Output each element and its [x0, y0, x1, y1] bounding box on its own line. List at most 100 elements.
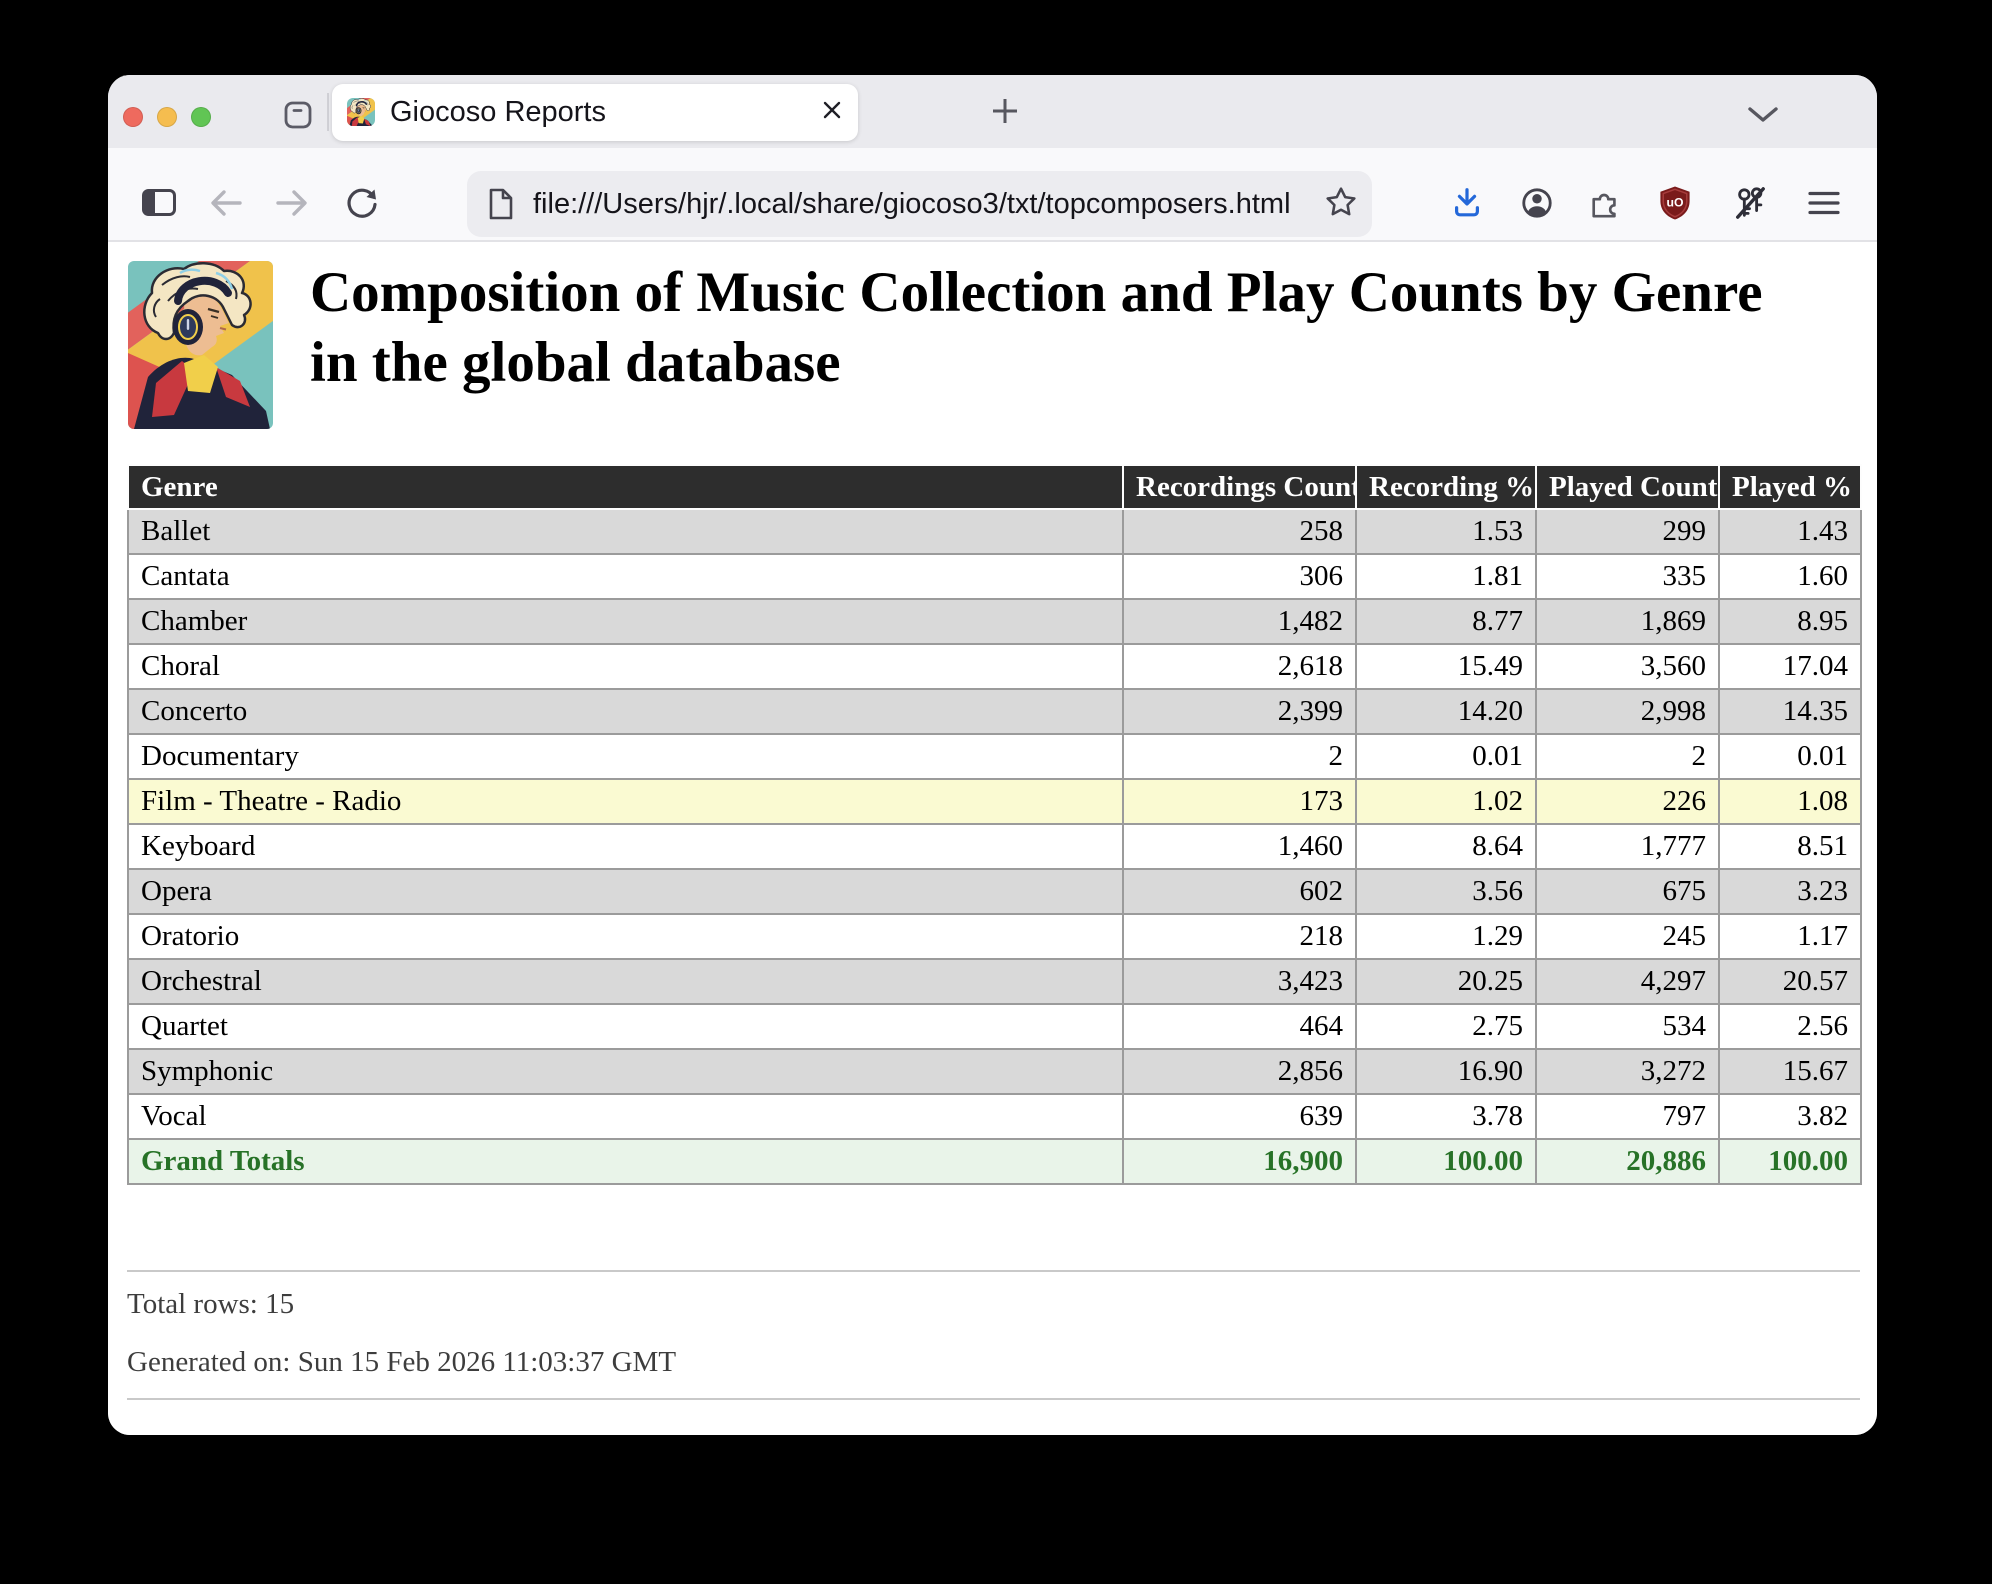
sidebar-toggle-button[interactable] [141, 187, 177, 223]
grand-totals-played: 20,886 [1536, 1139, 1719, 1184]
page-icon [487, 188, 514, 225]
header-recording-pct: Recording % [1356, 465, 1536, 509]
table-row: Documentary20.0120.01 [128, 734, 1861, 779]
value-cell: 173 [1123, 779, 1356, 824]
value-cell: 2 [1123, 734, 1356, 779]
generated-on-text: Generated on: Sun 15 Feb 2026 11:03:37 G… [127, 1346, 676, 1379]
value-cell: 335 [1536, 554, 1719, 599]
bookmark-star-button[interactable] [1324, 187, 1358, 221]
keys-slash-icon [1733, 186, 1767, 225]
chevron-down-icon [1747, 106, 1779, 129]
value-cell: 218 [1123, 914, 1356, 959]
url-bar[interactable]: file:///Users/hjr/.local/share/giocoso3/… [467, 171, 1372, 237]
beethoven-artwork-image [128, 261, 273, 429]
grand-totals-recording-pct: 100.00 [1356, 1139, 1536, 1184]
tab-title: Giocoso Reports [390, 84, 606, 141]
page-content: Composition of Music Collection and Play… [108, 244, 1877, 1435]
tab-giocoso-reports[interactable]: Giocoso Reports [332, 84, 858, 141]
account-icon [1520, 186, 1554, 225]
account-button[interactable] [1519, 187, 1555, 223]
value-cell: 15.67 [1719, 1049, 1861, 1094]
value-cell: 1,777 [1536, 824, 1719, 869]
tab-list-button[interactable] [1745, 99, 1781, 135]
value-cell: 797 [1536, 1094, 1719, 1139]
value-cell: 2 [1536, 734, 1719, 779]
grand-totals-played-pct: 100.00 [1719, 1139, 1861, 1184]
new-tab-button[interactable] [987, 95, 1023, 131]
genre-cell: Symphonic [128, 1049, 1123, 1094]
value-cell: 2.56 [1719, 1004, 1861, 1049]
genre-cell: Ballet [128, 509, 1123, 554]
genre-cell: Quartet [128, 1004, 1123, 1049]
plus-icon [990, 96, 1020, 131]
value-cell: 306 [1123, 554, 1356, 599]
firefox-view-button[interactable] [280, 99, 316, 135]
genre-cell: Vocal [128, 1094, 1123, 1139]
value-cell: 602 [1123, 869, 1356, 914]
genre-cell: Oratorio [128, 914, 1123, 959]
value-cell: 1.02 [1356, 779, 1536, 824]
table-body: Ballet2581.532991.43Cantata3061.813351.6… [128, 509, 1861, 1139]
table-row: Keyboard1,4608.641,7778.51 [128, 824, 1861, 869]
puzzle-icon [1589, 187, 1621, 224]
tab-separator [327, 93, 329, 131]
value-cell: 3,423 [1123, 959, 1356, 1004]
value-cell: 245 [1536, 914, 1719, 959]
value-cell: 3.82 [1719, 1094, 1861, 1139]
sidebar-icon [142, 189, 176, 221]
genre-cell: Chamber [128, 599, 1123, 644]
value-cell: 464 [1123, 1004, 1356, 1049]
url-text[interactable]: file:///Users/hjr/.local/share/giocoso3/… [533, 171, 1291, 237]
value-cell: 16.90 [1356, 1049, 1536, 1094]
divider [127, 1398, 1860, 1400]
table-row: Symphonic2,85616.903,27215.67 [128, 1049, 1861, 1094]
value-cell: 2,399 [1123, 689, 1356, 734]
header-played-count: Played Count [1536, 465, 1719, 509]
value-cell: 1.60 [1719, 554, 1861, 599]
table-header-row: Genre Recordings Count Recording % Playe… [128, 465, 1861, 509]
value-cell: 3.23 [1719, 869, 1861, 914]
grand-totals-label: Grand Totals [128, 1139, 1123, 1184]
value-cell: 1,482 [1123, 599, 1356, 644]
table-row: Quartet4642.755342.56 [128, 1004, 1861, 1049]
table-row: Ballet2581.532991.43 [128, 509, 1861, 554]
tab-close-button[interactable] [818, 98, 846, 126]
divider [127, 1270, 1860, 1272]
table-row: Film - Theatre - Radio1731.022261.08 [128, 779, 1861, 824]
value-cell: 20.25 [1356, 959, 1536, 1004]
table-row: Chamber1,4828.771,8698.95 [128, 599, 1861, 644]
menu-button[interactable] [1806, 187, 1842, 223]
table-row: Cantata3061.813351.60 [128, 554, 1861, 599]
window-minimize-button[interactable] [157, 107, 177, 127]
value-cell: 8.95 [1719, 599, 1861, 644]
header-played-pct: Played % [1719, 465, 1861, 509]
total-rows-text: Total rows: 15 [127, 1288, 294, 1321]
value-cell: 534 [1536, 1004, 1719, 1049]
extensions-button[interactable] [1587, 187, 1623, 223]
value-cell: 0.01 [1719, 734, 1861, 779]
password-keys-button[interactable] [1732, 187, 1768, 223]
value-cell: 8.77 [1356, 599, 1536, 644]
page-title: Composition of Music Collection and Play… [310, 258, 1790, 398]
window-close-button[interactable] [123, 107, 143, 127]
window-zoom-button[interactable] [191, 107, 211, 127]
ublock-shield-icon: uO [1659, 185, 1691, 226]
value-cell: 1.53 [1356, 509, 1536, 554]
downloads-button[interactable] [1449, 187, 1485, 223]
ublock-origin-button[interactable]: uO [1657, 187, 1693, 223]
value-cell: 675 [1536, 869, 1719, 914]
value-cell: 2,998 [1536, 689, 1719, 734]
back-button[interactable] [208, 187, 244, 223]
genre-cell: Orchestral [128, 959, 1123, 1004]
genre-cell: Opera [128, 869, 1123, 914]
value-cell: 2,618 [1123, 644, 1356, 689]
value-cell: 299 [1536, 509, 1719, 554]
genre-cell: Documentary [128, 734, 1123, 779]
genre-report-table: Genre Recordings Count Recording % Playe… [127, 464, 1862, 1185]
reload-button[interactable] [344, 187, 380, 223]
value-cell: 3.56 [1356, 869, 1536, 914]
header-recordings-count: Recordings Count [1123, 465, 1356, 509]
star-icon [1325, 186, 1357, 223]
table-row: Choral2,61815.493,56017.04 [128, 644, 1861, 689]
forward-button[interactable] [274, 187, 310, 223]
